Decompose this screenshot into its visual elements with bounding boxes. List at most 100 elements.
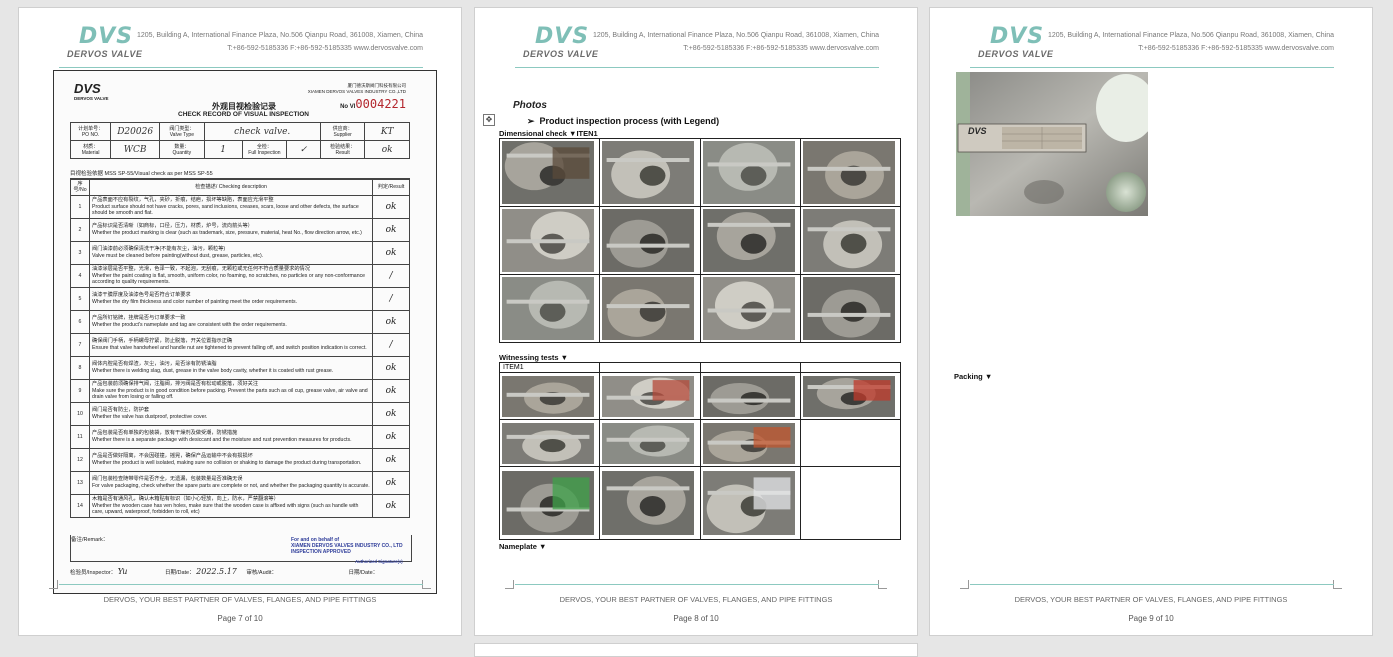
check-row-en: Whether the paint coating is flat, smoot…: [92, 272, 366, 286]
check-row-number: 11: [70, 424, 90, 449]
check-row-result: ok: [372, 401, 410, 426]
footer-tagline: DERVOS, YOUR BEST PARTNER OF VALVES, FLA…: [1014, 595, 1288, 604]
check-row-description: 阀门是否有防尘，防护套 Whether the valve has dustpro…: [89, 401, 373, 426]
photo-cell: [799, 419, 902, 467]
check-row-en: Product surface should not have cracks, …: [92, 203, 359, 217]
photo-cell: [498, 419, 601, 467]
header-address-block: 1205, Building A, International Finance …: [593, 29, 879, 55]
check-row: 13 阀门包装检查随带零件是否齐全，无遗漏，包装数量是否准确无误 For valve…: [70, 470, 410, 495]
check-row-number: 9: [70, 378, 90, 403]
table-move-handle-icon[interactable]: ✥: [483, 114, 495, 126]
col-result: 判定/Result: [372, 179, 410, 196]
nameplate-label: Nameplate ▼: [499, 542, 547, 551]
grid-cell: [599, 362, 701, 373]
nameplate-badge-text: DVS: [968, 126, 987, 136]
inspection-photo: [602, 471, 695, 535]
inspection-photo: [602, 277, 695, 340]
check-row: 11 产品包装是否有单独的包装袋，放有干燥剂及做受潮，防锈措施 Whether th…: [70, 424, 410, 449]
photo-cell: [699, 206, 801, 275]
full-inspection-value: ✓: [286, 140, 321, 159]
check-row-en: Whether the wooden case has ven holes, m…: [92, 502, 359, 516]
supplier-value: KT: [364, 122, 410, 141]
check-row-en: Whether there is welding slag, dust, gre…: [92, 367, 334, 374]
check-row-number: 3: [70, 240, 90, 265]
inspection-photo: [502, 375, 594, 417]
check-row-result: ok: [372, 493, 410, 518]
inspection-photo: [502, 422, 594, 464]
photo-cell: [498, 372, 601, 420]
logo-name: DERVOS VALVE: [978, 49, 1054, 59]
date2-label: 日期/Date：: [348, 570, 379, 576]
photo-cell: [599, 419, 701, 467]
photo-cell: [799, 274, 902, 343]
check-row: 12 产品是否做好隔离，不会因碰撞，摇晃，确保产品运输中不会有损损坏 Whether…: [70, 447, 410, 472]
photo-cell: [799, 138, 902, 207]
checking-table: 序号/No 检查描述/ Checking description 判定/Resu…: [70, 179, 410, 518]
check-row-description: 产品标识是否清晰（如商标，口径，压力，材质，炉号，流向箭头等） Whether t…: [89, 217, 373, 242]
date-label: 日期/Date：: [164, 570, 195, 576]
footer-divider: [59, 584, 423, 585]
check-row-result: ok: [372, 217, 410, 242]
check-row-en: Whether there is a separate package with…: [92, 436, 352, 443]
grid-cell: [699, 362, 801, 373]
inspection-photo: [702, 209, 795, 272]
photo-cell: [498, 138, 601, 207]
photo-cell: [498, 206, 601, 275]
inspection-photo: [602, 375, 695, 417]
inspection-photo: [702, 141, 795, 204]
header-divider: [59, 67, 423, 68]
check-row: 8 阀体内腔是否有焊渣，灰尘，油污，是否涂有防锈油脂 Whether there i…: [70, 355, 410, 380]
check-row-description: 阀门油漆前必须确保清洗干净(不能有灰尘，油污，颗粒等) Valve must be…: [89, 240, 373, 265]
remark-label: 备注/Remark：: [71, 537, 109, 543]
col-desc: 检查描述/ Checking description: [89, 179, 373, 196]
check-row-number: 10: [70, 401, 90, 426]
grid-cell: [799, 362, 902, 373]
check-row: 1 产品表面不应有裂纹，气孔，夹砂，折痕，结疤，损坏等缺陷，表面应光滑平整 Prod…: [70, 194, 410, 219]
logo-mark: DVS: [990, 24, 1045, 49]
form-logo-sub: DERVOS VALVE: [74, 96, 109, 101]
result-label: 检验结果： Result: [319, 140, 366, 159]
witnessing-tests-label: Witnessing tests ▼: [499, 353, 569, 362]
form-title-en: CHECK RECORD OF VISUAL INSPECTION: [178, 111, 309, 118]
page-number: Page 7 of 10: [217, 614, 263, 623]
photo-cell: [599, 372, 701, 420]
check-row-description: 产品表面不应有裂纹，气孔，夹砂，折痕，结疤，损坏等缺陷，表面应光滑平整 Produ…: [89, 194, 373, 219]
footer-tagline: DERVOS, YOUR BEST PARTNER OF VALVES, FLA…: [559, 595, 833, 604]
logo-mark: DVS: [79, 24, 134, 49]
form-number-label: No VI: [340, 104, 356, 110]
logo-name: DERVOS VALVE: [523, 49, 599, 59]
col-no: 序号/No: [70, 179, 90, 196]
header-address-block: 1205, Building A, International Finance …: [1048, 29, 1334, 55]
check-row-number: 1: [70, 194, 90, 219]
photos-heading: Photos: [513, 100, 547, 111]
header-address: 1205, Building A, International Finance …: [136, 32, 423, 39]
full-inspection-label: 全检： Full Inspection: [241, 140, 288, 159]
photo-cell: [799, 466, 902, 540]
supplier-label: 供应商： Supplier: [319, 122, 366, 141]
form-info-table: 计划单号： PO NO. D20026 阀门类型： Valve Type che…: [69, 122, 410, 159]
witness-item-label: ITEM1: [498, 362, 601, 373]
process-title: ➢ Product inspection process (with Legen…: [527, 116, 719, 127]
material-value: WCB: [110, 140, 161, 159]
check-row-number: 6: [70, 309, 90, 334]
material-label: 材质： Material: [69, 140, 112, 159]
valve-type-label: 阀门类型： Valve Type: [159, 122, 205, 141]
form-company-en: XIAMEN DERVOS VALVES INDUSTRY CO.,LTD: [307, 89, 406, 94]
header-address: 1205, Building A, International Finance …: [1047, 32, 1334, 39]
form-number: No VI0004221: [340, 97, 406, 111]
check-row-description: 产品包装前须确保排气阀，注脂阀，排污阀是否有松动或脱落，须好关注 Make sur…: [89, 378, 373, 403]
inspection-photo: [502, 277, 594, 340]
check-row-number: 14: [70, 493, 90, 518]
remark-area: 备注/Remark： For and on behalf of XIAMEN D…: [70, 535, 412, 565]
check-row: 7 确保阀门手柄，手柄螺母拧紧，防止脱落，开关位置指示正确 Ensure that …: [70, 332, 410, 357]
approval-stamp: For and on behalf of XIAMEN DERVOS VALVE…: [291, 537, 403, 565]
photo-cell: [699, 466, 801, 540]
footer-divider: [515, 584, 879, 585]
check-row-number: 2: [70, 217, 90, 242]
check-record-form-scan: DVS DERVOS VALVE 厦门德沃斯阀门科技有限公司 XIAMEN DE…: [53, 70, 437, 594]
inspection-photo: [602, 141, 695, 204]
process-title-text: Product inspection process (with Legend): [539, 116, 720, 126]
logo-mark: DVS: [535, 24, 590, 49]
crop-mark: [960, 580, 969, 589]
header-address: 1205, Building A, International Finance …: [592, 32, 879, 39]
